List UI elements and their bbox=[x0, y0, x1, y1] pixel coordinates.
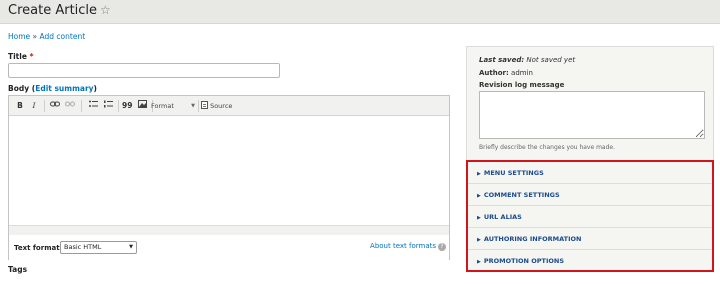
text-format-label: Text format bbox=[14, 244, 60, 252]
page-title: Create Article bbox=[8, 3, 98, 18]
author-value: admin bbox=[511, 69, 533, 77]
source-button[interactable]: Source bbox=[201, 100, 232, 112]
section-label: MENU SETTINGS bbox=[483, 169, 544, 177]
text-format-select[interactable]: Basic HTML ▼ bbox=[60, 241, 137, 254]
toolbar-divider bbox=[44, 100, 45, 112]
last-saved: Last saved: Not saved yet bbox=[479, 56, 575, 64]
bold-button[interactable]: B bbox=[15, 100, 25, 112]
breadcrumb: Home » Add content bbox=[8, 32, 85, 41]
body-label: Body bbox=[8, 84, 30, 93]
breadcrumb-add-content-link[interactable]: Add content bbox=[40, 32, 86, 41]
triangle-right-icon: ▶ bbox=[477, 171, 481, 177]
editor-resize-bar[interactable] bbox=[9, 225, 449, 235]
document-icon bbox=[201, 101, 208, 109]
body-close-paren: ) bbox=[93, 84, 97, 93]
revision-log-label: Revision log message bbox=[479, 81, 565, 89]
format-dropdown[interactable]: Format ▼ bbox=[149, 100, 197, 112]
body-text-area[interactable] bbox=[9, 117, 449, 225]
section-label: PROMOTION OPTIONS bbox=[483, 257, 565, 265]
title-label-wrap: Title * bbox=[8, 52, 34, 61]
toolbar-divider bbox=[81, 100, 82, 112]
section-url-alias[interactable]: ▶ URL ALIAS bbox=[468, 206, 712, 228]
tags-label: Tags bbox=[8, 265, 28, 274]
title-label: Title bbox=[8, 52, 27, 61]
page-header: Create Article ☆ bbox=[0, 0, 720, 24]
chevron-down-icon: ▼ bbox=[191, 103, 195, 109]
unlink-icon[interactable] bbox=[64, 100, 76, 112]
triangle-right-icon: ▶ bbox=[477, 215, 481, 221]
section-label: COMMENT SETTINGS bbox=[483, 191, 560, 199]
required-mark: * bbox=[29, 52, 34, 61]
help-icon: ? bbox=[438, 243, 446, 251]
revision-log-textarea[interactable] bbox=[479, 91, 705, 139]
edit-summary-link[interactable]: Edit summary bbox=[35, 84, 93, 93]
breadcrumb-home-link[interactable]: Home bbox=[8, 32, 30, 41]
section-comment-settings[interactable]: ▶ COMMENT SETTINGS bbox=[468, 184, 712, 206]
bullet-list-icon[interactable] bbox=[87, 100, 99, 112]
text-format-row: Text format Basic HTML ▼ About text form… bbox=[9, 235, 449, 260]
author-label: Author: bbox=[479, 69, 509, 77]
star-icon[interactable]: ☆ bbox=[100, 3, 111, 17]
revision-log-hint: Briefly describe the changes you have ma… bbox=[479, 144, 616, 151]
toolbar-divider bbox=[198, 100, 199, 112]
last-saved-value: Not saved yet bbox=[526, 56, 576, 64]
collapsible-sections-highlight: ▶ MENU SETTINGS ▶ COMMENT SETTINGS ▶ URL AL… bbox=[466, 160, 714, 272]
title-input[interactable] bbox=[8, 63, 280, 78]
section-label: URL ALIAS bbox=[483, 213, 522, 221]
chevron-down-icon: ▼ bbox=[129, 244, 133, 250]
author-info: Author: admin bbox=[479, 69, 533, 77]
italic-button[interactable]: I bbox=[29, 100, 39, 112]
triangle-right-icon: ▶ bbox=[477, 237, 481, 243]
about-text-formats-link[interactable]: About text formats? bbox=[370, 242, 446, 251]
page-title-wrap: Create Article ☆ bbox=[8, 3, 111, 18]
text-format-selected: Basic HTML bbox=[64, 243, 102, 251]
section-authoring-information[interactable]: ▶ AUTHORING INFORMATION bbox=[468, 228, 712, 250]
section-label: AUTHORING INFORMATION bbox=[483, 235, 582, 243]
link-icon[interactable] bbox=[49, 100, 61, 112]
body-label-wrap: Body (Edit summary) bbox=[8, 84, 97, 93]
section-menu-settings[interactable]: ▶ MENU SETTINGS bbox=[468, 162, 712, 184]
triangle-right-icon: ▶ bbox=[477, 193, 481, 199]
image-icon[interactable] bbox=[136, 100, 148, 112]
blockquote-button[interactable]: 99 bbox=[122, 100, 132, 112]
toolbar-divider bbox=[118, 100, 119, 112]
format-dropdown-label: Format bbox=[151, 102, 174, 110]
last-saved-label: Last saved: bbox=[479, 56, 525, 64]
numbered-list-icon[interactable] bbox=[102, 100, 114, 112]
source-button-label: Source bbox=[210, 102, 233, 110]
section-promotion-options[interactable]: ▶ PROMOTION OPTIONS bbox=[468, 250, 712, 272]
body-editor: B I 99 Format ▼ Source Text format Basic… bbox=[8, 95, 450, 260]
editor-toolbar: B I 99 Format ▼ Source bbox=[9, 96, 449, 116]
triangle-right-icon: ▶ bbox=[477, 259, 481, 265]
about-text-formats-label: About text formats bbox=[370, 242, 436, 250]
breadcrumb-separator: » bbox=[32, 32, 38, 41]
